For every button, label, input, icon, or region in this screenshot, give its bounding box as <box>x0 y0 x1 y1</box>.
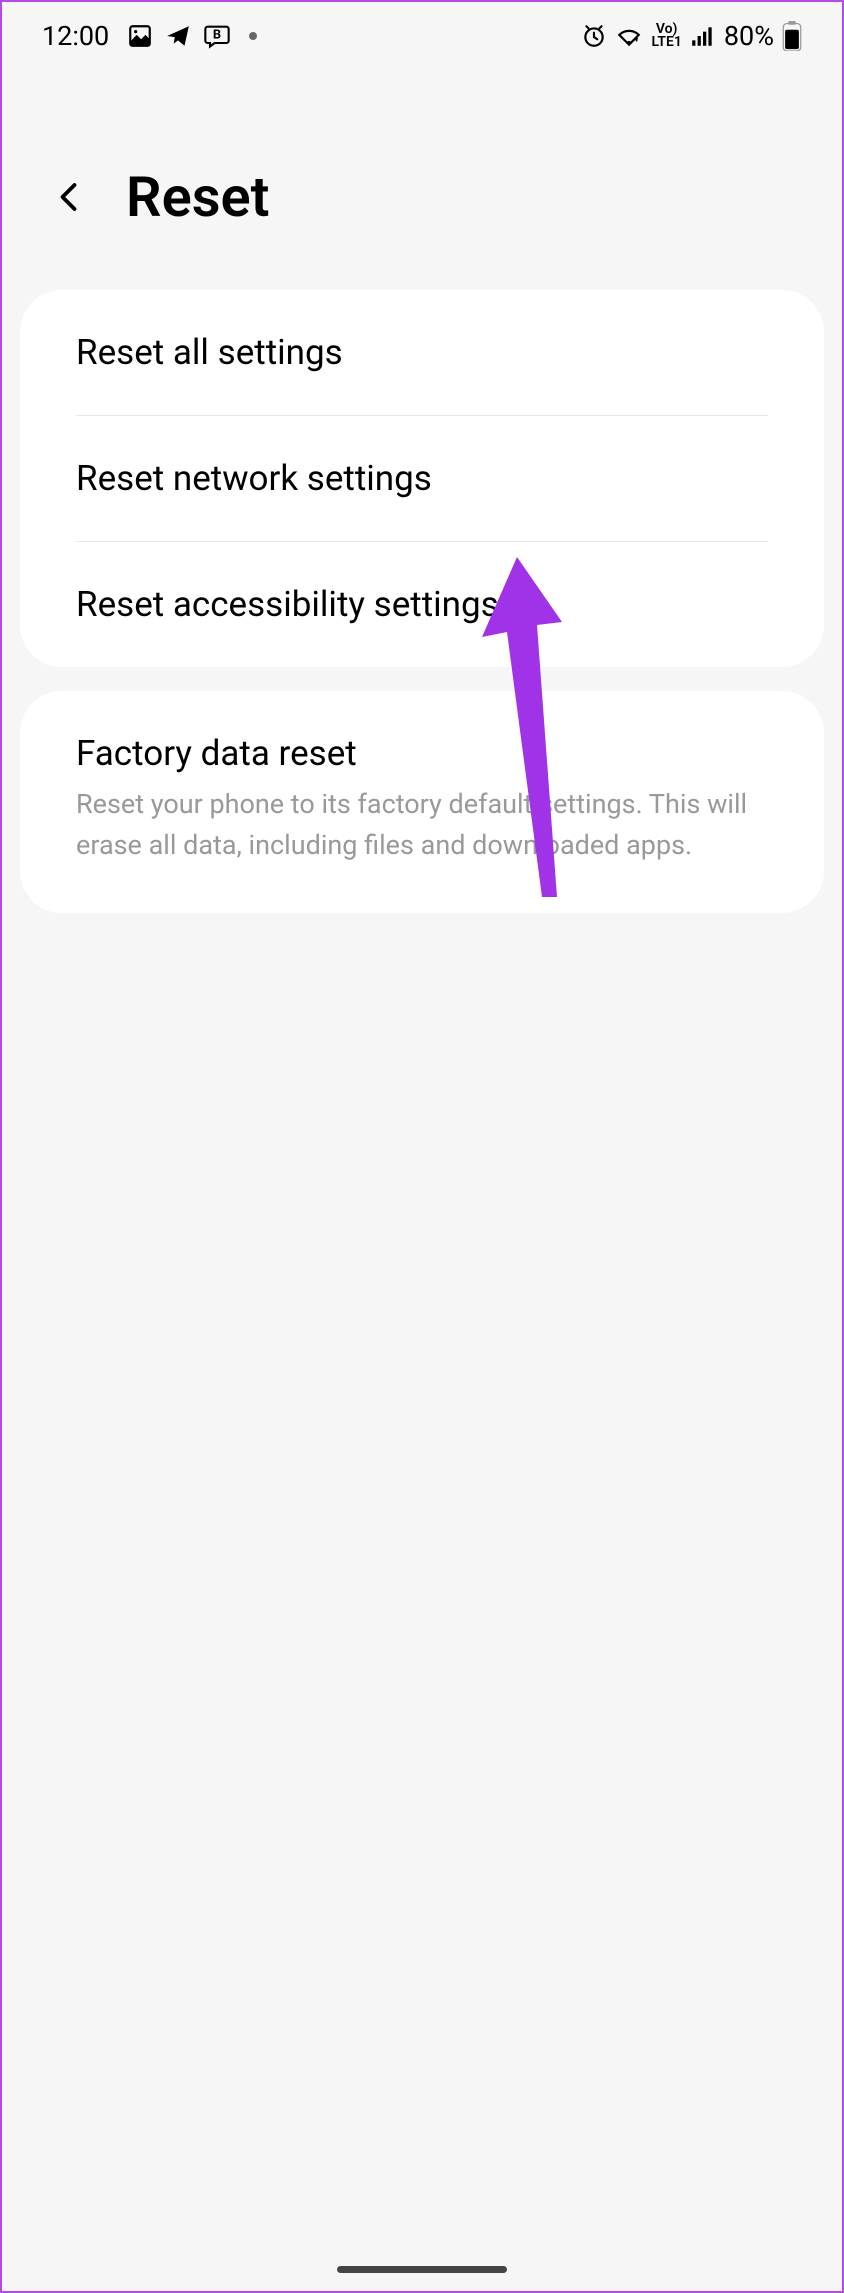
reset-accessibility-settings-item[interactable]: Reset accessibility settings <box>20 542 824 667</box>
signal-icon <box>690 23 716 49</box>
status-dot-icon <box>249 32 257 40</box>
svg-text:B: B <box>213 27 221 42</box>
factory-reset-description: Reset your phone to its factory default … <box>76 784 768 865</box>
reset-options-card: Reset all settings Reset network setting… <box>20 290 824 667</box>
factory-reset-card: Factory data reset Reset your phone to i… <box>20 691 824 913</box>
status-bar: 12:00 B Vo)LTE1 80% <box>2 2 842 64</box>
nav-handle[interactable] <box>337 2266 507 2273</box>
page-title: Reset <box>126 164 269 230</box>
alarm-icon <box>581 23 607 49</box>
lte-icon: Vo)LTE1 <box>651 23 681 48</box>
factory-data-reset-item[interactable]: Factory data reset Reset your phone to i… <box>20 691 824 913</box>
status-left: 12:00 B <box>42 20 257 52</box>
battery-icon <box>782 21 802 51</box>
back-button[interactable] <box>52 179 88 215</box>
factory-reset-title: Factory data reset <box>76 733 768 774</box>
message-icon: B <box>203 22 231 50</box>
battery-percent: 80% <box>724 20 774 52</box>
status-right: Vo)LTE1 80% <box>581 20 802 52</box>
telegram-icon <box>165 23 191 49</box>
page-header: Reset <box>2 64 842 290</box>
gallery-icon <box>127 23 153 49</box>
status-time: 12:00 <box>42 20 109 52</box>
wifi-icon <box>615 23 643 49</box>
reset-all-settings-item[interactable]: Reset all settings <box>20 290 824 415</box>
reset-network-settings-item[interactable]: Reset network settings <box>20 416 824 541</box>
